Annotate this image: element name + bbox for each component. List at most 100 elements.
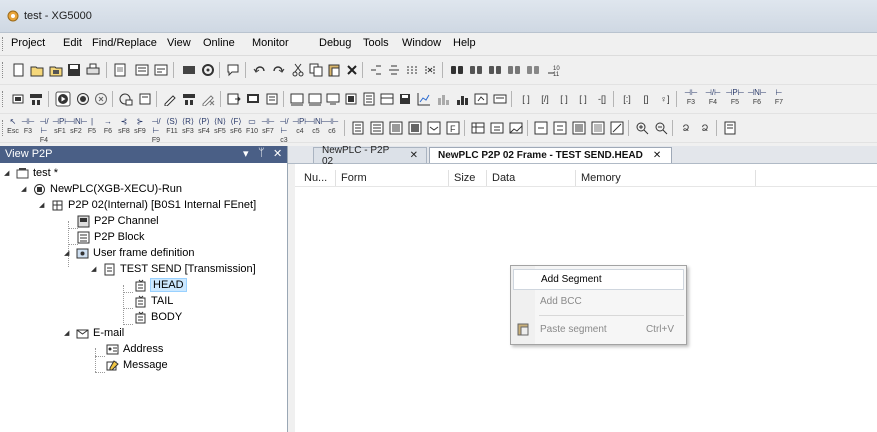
variable-view-icon[interactable] xyxy=(470,120,486,136)
tree-item-tail[interactable]: TAIL xyxy=(133,293,173,309)
reset-icon[interactable] xyxy=(118,91,134,107)
fkey-button[interactable]: ⊣⊢ c6 xyxy=(324,115,340,141)
fkey-button[interactable]: ⊣N⊢ c5 xyxy=(308,115,328,141)
fkey-button[interactable]: ⊱ sF9 xyxy=(132,115,148,141)
pause-icon[interactable] xyxy=(93,91,109,107)
tree-item-p2p-channel[interactable]: P2P Channel xyxy=(76,213,159,229)
write-icon[interactable] xyxy=(162,91,178,107)
system-monitor-icon[interactable] xyxy=(264,91,280,107)
io-sync-icon[interactable] xyxy=(379,91,395,107)
view-st-icon[interactable] xyxy=(388,120,404,136)
monitor-start-icon[interactable] xyxy=(226,91,242,107)
menu-tools[interactable]: Tools xyxy=(363,37,389,49)
settings-icon[interactable] xyxy=(200,62,216,78)
menu-project[interactable]: Project xyxy=(11,37,45,49)
view-comment-icon[interactable] xyxy=(426,120,442,136)
run-icon[interactable] xyxy=(55,91,71,107)
toolbar-grip[interactable] xyxy=(2,62,6,78)
fkey-button[interactable]: ⊣/⊢ F4 xyxy=(36,115,52,144)
fkey-button[interactable]: ⊣⊢ sF7 xyxy=(260,115,276,141)
delete-row-icon[interactable] xyxy=(386,62,402,78)
connect-icon[interactable] xyxy=(10,91,26,107)
expand-toggle-icon[interactable]: ◢ xyxy=(39,201,48,209)
tree-item-project[interactable]: ◢ test * xyxy=(4,165,58,181)
fkey-button[interactable]: ⟨R⟩ sF3 xyxy=(180,115,196,141)
menu-item-add-bcc[interactable]: Add BCC xyxy=(513,291,684,312)
fkey-button[interactable]: ⊣/⊢ c3 xyxy=(276,115,292,144)
fkey-button[interactable]: ⟨S⟩ F11 xyxy=(164,115,180,141)
data-trace-icon[interactable] xyxy=(325,91,341,107)
toolbar-grip[interactable] xyxy=(2,91,6,107)
menu-item-add-segment[interactable]: Add Segment xyxy=(513,269,684,290)
save-icon[interactable] xyxy=(66,62,82,78)
monitor-icon[interactable] xyxy=(245,91,261,107)
fkey-button[interactable]: ⊣N⊢ sF2 xyxy=(68,115,88,141)
fkey-button[interactable]: ⊣P⊢ sF1 xyxy=(52,115,71,141)
io-info-icon[interactable] xyxy=(361,91,377,107)
fkey-button[interactable]: ⊣P⊢ F5 xyxy=(724,86,746,112)
fkey-button[interactable]: | F5 xyxy=(84,115,100,141)
tab-close-icon[interactable]: ✕ xyxy=(653,150,661,161)
open-folder-icon[interactable] xyxy=(48,62,64,78)
menu-monitor[interactable]: Monitor xyxy=(252,37,289,49)
plc-connection-icon[interactable] xyxy=(28,91,44,107)
tree-item-message[interactable]: Message xyxy=(105,357,168,373)
tree-item-plc[interactable]: ◢ NewPLC(XGB-XECU)-Run xyxy=(21,181,182,197)
tree-item-address[interactable]: Address xyxy=(105,341,163,357)
find-icon[interactable] xyxy=(449,62,465,78)
coil-icon[interactable]: -[] xyxy=(594,91,610,107)
clear-plc-icon[interactable] xyxy=(137,91,153,107)
compare-icon[interactable] xyxy=(153,62,169,78)
expand-toggle-icon[interactable]: ◢ xyxy=(64,329,73,337)
column-header-number[interactable]: Nu... xyxy=(299,170,336,186)
fkey-button[interactable]: ⟨F⟩ sF6 xyxy=(228,115,244,141)
redo-icon[interactable] xyxy=(270,62,286,78)
pin-icon[interactable]: ᛘ xyxy=(258,147,265,159)
print-icon[interactable] xyxy=(85,62,101,78)
contact-p-icon[interactable]: [ ] xyxy=(556,91,572,107)
tree-item-user-frame-definition[interactable]: ◢ User frame definition xyxy=(64,245,195,261)
fkey-button[interactable]: ⊰ sF8 xyxy=(116,115,132,141)
tab-p2p-02[interactable]: NewPLC - P2P 02 ✕ xyxy=(313,145,427,167)
trend-monitor-icon[interactable] xyxy=(289,91,305,107)
view-function-icon[interactable]: F xyxy=(445,120,461,136)
event-history-icon[interactable] xyxy=(473,91,489,107)
tree-item-email[interactable]: ◢ E-mail xyxy=(64,325,124,341)
fkey-button[interactable]: ⟨P⟩ sF4 xyxy=(196,115,212,141)
menu-item-paste-segment[interactable]: Paste segment Ctrl+V xyxy=(513,319,684,340)
save-plc-icon[interactable] xyxy=(397,91,413,107)
new-file-icon[interactable] xyxy=(10,62,26,78)
view-device-icon[interactable] xyxy=(407,120,423,136)
menu-view[interactable]: View xyxy=(167,37,191,49)
used-device-icon[interactable]: Ձ xyxy=(697,120,713,136)
fkey-button[interactable]: ⊣N⊢ F6 xyxy=(746,86,768,112)
expand-toggle-icon[interactable]: ◢ xyxy=(91,265,100,273)
zoom-in-icon[interactable] xyxy=(634,120,650,136)
fkey-button[interactable]: → F6 xyxy=(100,115,116,141)
menu-edit[interactable]: Edit xyxy=(63,37,82,49)
delete-icon[interactable] xyxy=(344,62,360,78)
zoom-out-icon[interactable] xyxy=(653,120,669,136)
column-header-form[interactable]: Form xyxy=(336,170,449,186)
replace-device-icon[interactable] xyxy=(525,62,541,78)
print-preview-icon[interactable] xyxy=(112,62,128,78)
tree-item-p2p-block[interactable]: P2P Block xyxy=(76,229,145,245)
comm-icon[interactable] xyxy=(492,91,508,107)
function-icon[interactable]: [:] xyxy=(619,91,635,107)
column-header-memory[interactable]: Memory xyxy=(576,170,756,186)
memory-icon[interactable] xyxy=(181,62,197,78)
read-icon[interactable] xyxy=(181,91,197,107)
column-header-data[interactable]: Data xyxy=(487,170,576,186)
bar-graph-icon[interactable] xyxy=(435,91,451,107)
fkey-button[interactable]: ⊣/⊢ F4 xyxy=(702,86,724,112)
contact-icon[interactable]: [ ] xyxy=(518,91,534,107)
compare-plc-icon[interactable] xyxy=(200,91,216,107)
cut-icon[interactable] xyxy=(290,62,306,78)
contact-n-icon[interactable]: [ ] xyxy=(575,91,591,107)
replace-icon[interactable] xyxy=(506,62,522,78)
monitor-view-icon[interactable] xyxy=(533,120,549,136)
close-icon[interactable]: ✕ xyxy=(273,147,282,160)
view-ladder-icon[interactable] xyxy=(350,120,366,136)
properties-icon[interactable] xyxy=(722,120,738,136)
find-device-icon[interactable] xyxy=(487,62,503,78)
